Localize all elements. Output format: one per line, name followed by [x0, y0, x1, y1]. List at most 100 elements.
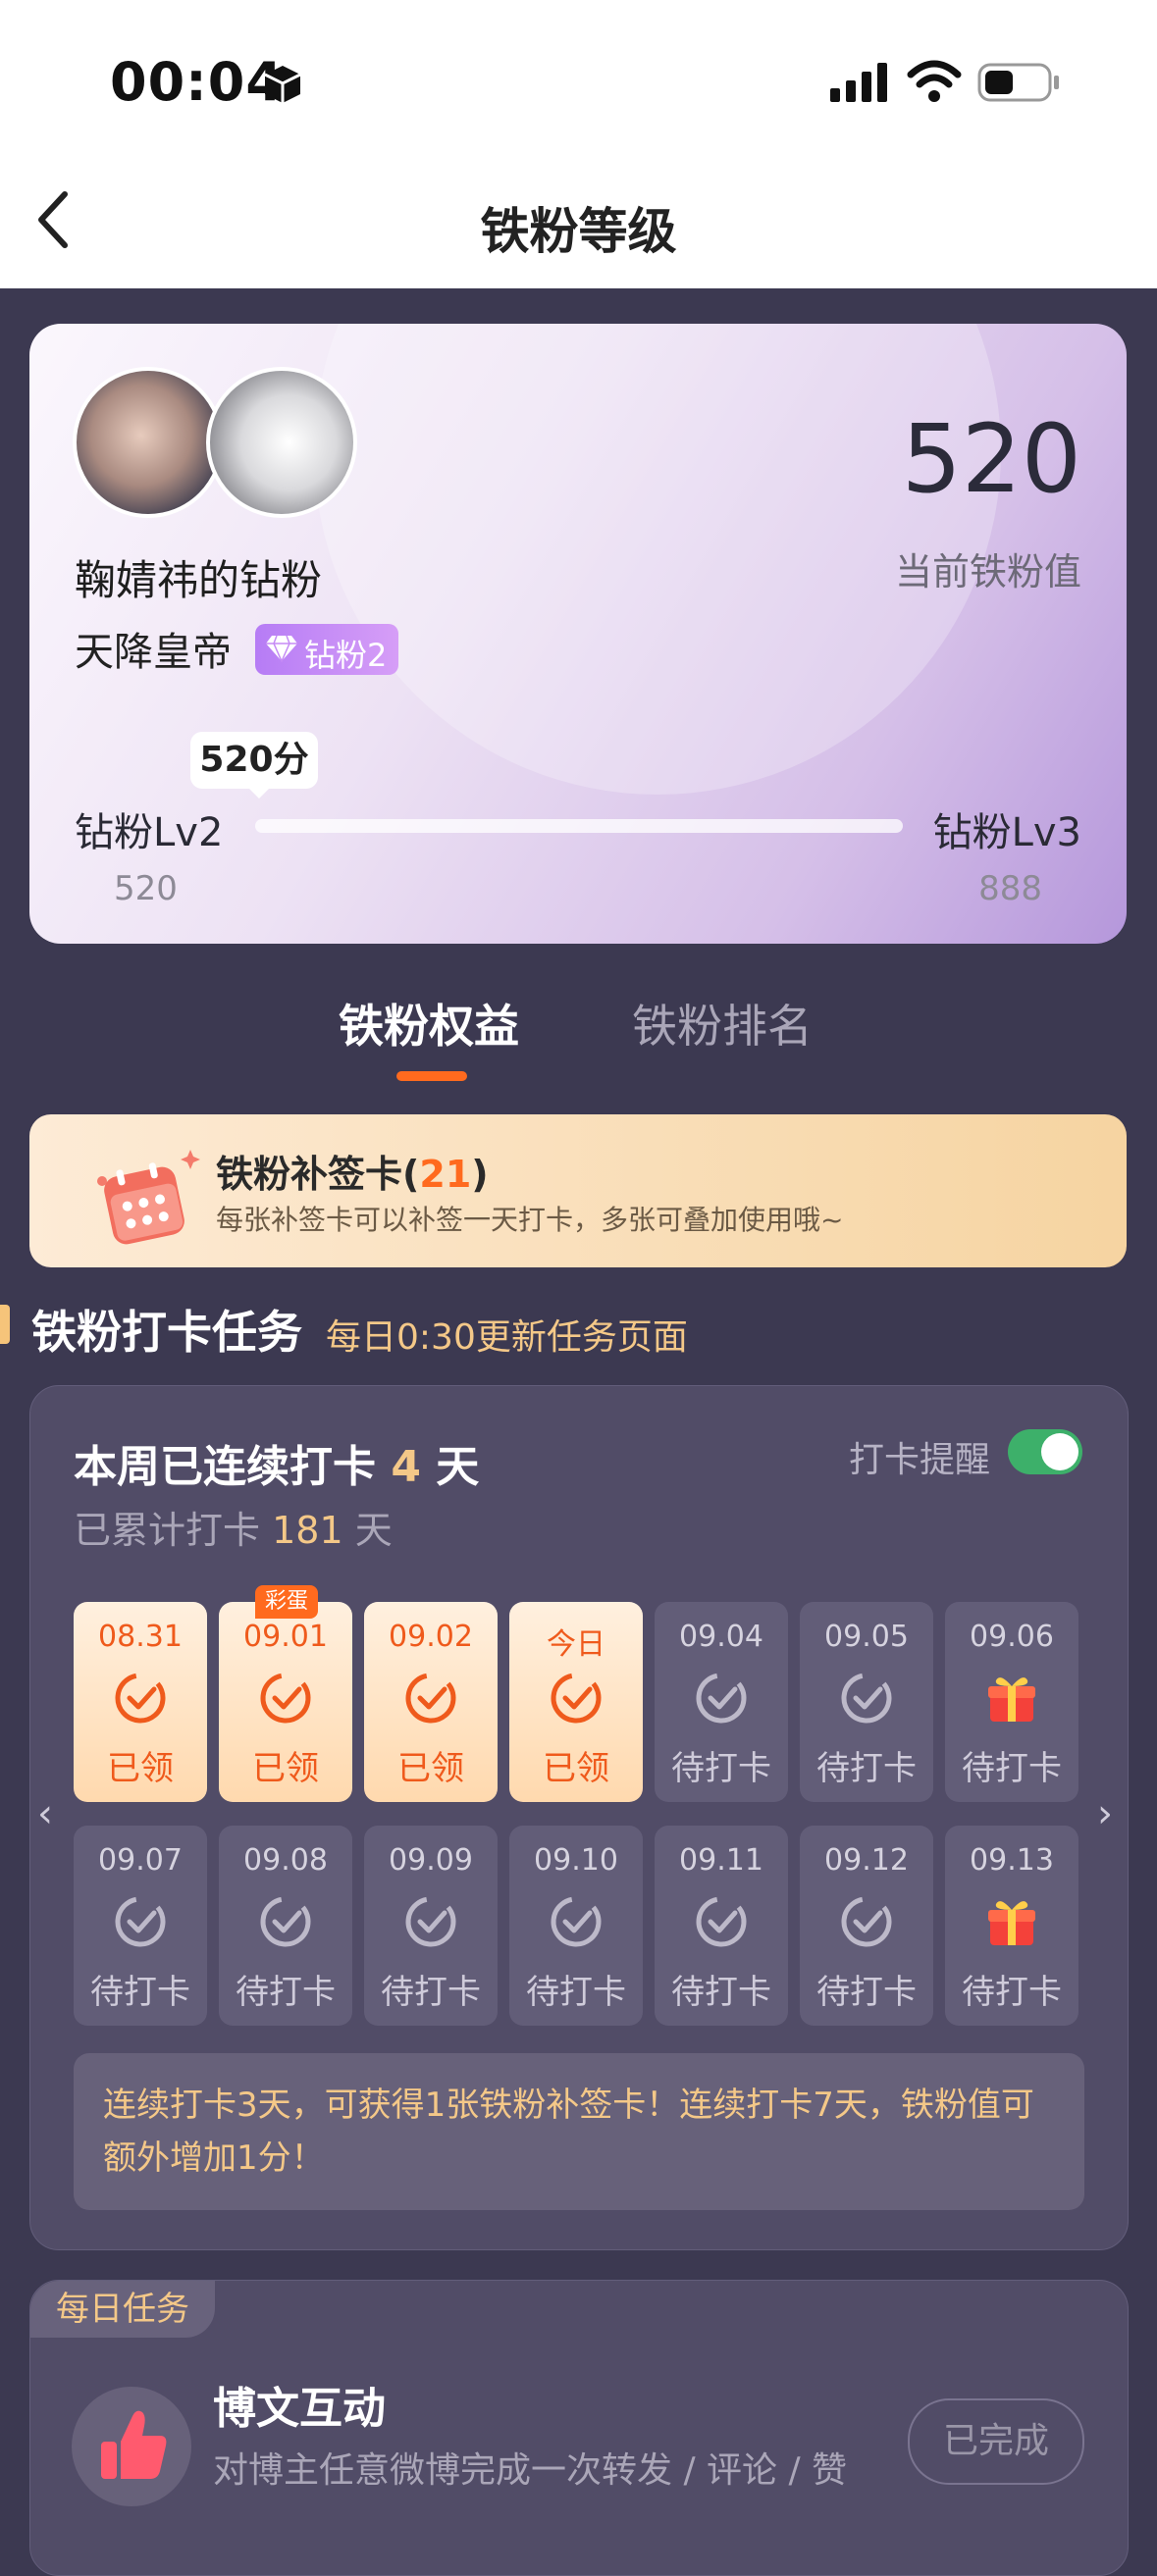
- active-tab-indicator: [396, 1071, 467, 1081]
- checkin-status: 待打卡: [816, 1973, 917, 2012]
- checkin-day[interactable]: 09.01 已领: [219, 1602, 352, 1802]
- check-icon: [258, 1671, 313, 1726]
- checkin-day[interactable]: 09.12 待打卡: [800, 1826, 933, 2026]
- streak-prefix: 本周已连续打卡: [74, 1442, 376, 1492]
- badge-label: 钻粉2: [304, 637, 388, 674]
- section-subtitle: 每日0:30更新任务页面: [326, 1317, 688, 1358]
- score-tooltip: 520分: [190, 732, 318, 789]
- check-icon: [113, 1894, 168, 1949]
- checkin-date: 08.31: [98, 1620, 183, 1654]
- checkin-status: 待打卡: [816, 1749, 917, 1788]
- battery-icon: [977, 63, 1059, 102]
- streak-days: 4: [391, 1442, 421, 1492]
- reminder-toggle[interactable]: [1008, 1429, 1082, 1474]
- check-icon: [839, 1671, 894, 1726]
- total-checkins: 已累计打卡 181 天: [74, 1500, 393, 1554]
- checkin-date: 09.07: [98, 1843, 183, 1878]
- page-title: 铁粉等级: [480, 203, 677, 260]
- checkin-day[interactable]: 09.05 待打卡: [800, 1602, 933, 1802]
- checkin-status: 已领: [397, 1749, 464, 1788]
- checkin-date: 09.08: [243, 1843, 328, 1878]
- checkin-day[interactable]: 08.31 已领: [74, 1602, 207, 1802]
- checkin-day[interactable]: 09.09 待打卡: [364, 1826, 498, 2026]
- checkin-date: 09.12: [824, 1843, 909, 1878]
- check-icon: [258, 1894, 313, 1949]
- check-icon: [694, 1671, 749, 1726]
- checkin-day[interactable]: 09.02 已领: [364, 1602, 498, 1802]
- check-icon: [403, 1671, 458, 1726]
- cellular-signal-icon: [830, 63, 887, 102]
- total-prefix: 已累计打卡: [74, 1509, 261, 1552]
- checkin-day[interactable]: 09.07 待打卡: [74, 1826, 207, 2026]
- checkin-day[interactable]: 09.08 待打卡: [219, 1826, 352, 2026]
- next-week-icon[interactable]: ›: [1097, 1791, 1113, 1836]
- next-level-threshold: 888: [978, 869, 1042, 908]
- gift-icon: [984, 1671, 1039, 1726]
- easter-egg-tag: 彩蛋: [255, 1585, 318, 1619]
- checkin-status: 待打卡: [526, 1973, 626, 2012]
- checkin-status: 已领: [107, 1749, 174, 1788]
- checkin-date: 09.13: [970, 1843, 1054, 1878]
- checkin-date: 09.09: [389, 1843, 473, 1878]
- tab-fan-ranking[interactable]: 铁粉排名: [632, 991, 813, 1056]
- weekly-streak: 本周已连续打卡 4 天: [74, 1431, 479, 1494]
- task-title: 博文互动: [213, 2384, 386, 2434]
- check-icon: [839, 1894, 894, 1949]
- checkin-day[interactable]: 09.10 待打卡: [509, 1826, 643, 2026]
- daily-tasks-label: 每日任务: [30, 2281, 215, 2338]
- status-time: 00:04: [110, 51, 284, 113]
- user-avatar[interactable]: [73, 367, 224, 518]
- creator-avatar[interactable]: [206, 367, 357, 518]
- fan-score-label: 当前铁粉值: [894, 550, 1081, 593]
- task-complete-button[interactable]: 已完成: [908, 2398, 1084, 2485]
- checkin-day[interactable]: 09.06 待打卡: [945, 1602, 1078, 1802]
- check-icon: [694, 1894, 749, 1949]
- task-icon-wrap: [72, 2387, 191, 2506]
- diamond-icon: [266, 635, 297, 663]
- fan-group-name: 鞠婧祎的钻粉: [75, 556, 323, 604]
- checkin-day[interactable]: 09.13 待打卡: [945, 1826, 1078, 2026]
- checkin-date: 09.11: [679, 1843, 763, 1878]
- toggle-knob: [1041, 1433, 1078, 1470]
- makeup-card-count: 21: [419, 1153, 472, 1196]
- tab-fan-benefits[interactable]: 铁粉权益: [339, 991, 519, 1056]
- checkin-status: 待打卡: [381, 1973, 481, 2012]
- next-level: 钻粉Lv3: [932, 810, 1081, 855]
- checkin-day[interactable]: 今日 已领: [509, 1602, 643, 1802]
- prev-week-icon[interactable]: ‹: [37, 1791, 53, 1836]
- checkin-status: 已领: [543, 1749, 609, 1788]
- section-accent-bar: [0, 1305, 10, 1344]
- checkin-date: 09.01: [243, 1620, 328, 1654]
- daily-tasks: 每日任务 博文互动 对博主任意微博完成一次转发 / 评论 / 赞 已完成: [29, 2280, 1129, 2576]
- checkin-rules-note: 连续打卡3天，可获得1张铁粉补签卡！连续打卡7天，铁粉值可额外增加1分！: [74, 2053, 1084, 2210]
- reminder-label: 打卡提醒: [849, 1440, 991, 1480]
- makeup-card-banner[interactable]: 铁粉补签卡(21) 每张补签卡可以补签一天打卡，多张可叠加使用哦~: [29, 1114, 1127, 1267]
- thumbs-up-icon: [101, 2410, 167, 2479]
- streak-suffix: 天: [436, 1442, 480, 1492]
- checkin-day[interactable]: 09.11 待打卡: [655, 1826, 788, 2026]
- checkin-panel: 本周已连续打卡 4 天 已累计打卡 181 天 打卡提醒 08.31 已领 09.0…: [29, 1385, 1129, 2250]
- task-description: 对博主任意微博完成一次转发 / 评论 / 赞: [213, 2450, 848, 2491]
- fan-level-badge: 钻粉2: [255, 624, 398, 675]
- tooltip-arrow: [247, 787, 271, 799]
- header: 00:04 铁粉等级: [0, 0, 1157, 288]
- makeup-card-title: 铁粉补签卡(21): [216, 1153, 489, 1196]
- checkin-day[interactable]: 09.04 待打卡: [655, 1602, 788, 1802]
- checkin-date: 09.10: [534, 1843, 618, 1878]
- checkin-date: 09.04: [679, 1620, 763, 1654]
- checkin-rules-text: 连续打卡3天，可获得1张铁粉补签卡！连续打卡7天，铁粉值可额外增加1分！: [103, 2086, 1034, 2178]
- wifi-icon: [907, 60, 962, 102]
- checkin-date: 今日: [547, 1627, 605, 1662]
- check-icon: [113, 1671, 168, 1726]
- app-cube-icon: [264, 66, 301, 103]
- total-suffix: 天: [354, 1509, 393, 1552]
- checkin-status: 待打卡: [962, 1749, 1062, 1788]
- check-icon: [549, 1671, 604, 1726]
- checkin-date: 09.05: [824, 1620, 909, 1654]
- checkin-status: 已领: [252, 1749, 319, 1788]
- check-icon: [549, 1894, 604, 1949]
- fan-level-card: 鞠婧祎的钻粉 天降皇帝 钻粉2 520 当前铁粉值 520分 钻粉Lv2 钻粉L…: [29, 324, 1127, 944]
- level-progress-bar: [255, 819, 903, 833]
- checkin-status: 待打卡: [671, 1749, 771, 1788]
- makeup-card-desc: 每张补签卡可以补签一天打卡，多张可叠加使用哦~: [216, 1204, 844, 1236]
